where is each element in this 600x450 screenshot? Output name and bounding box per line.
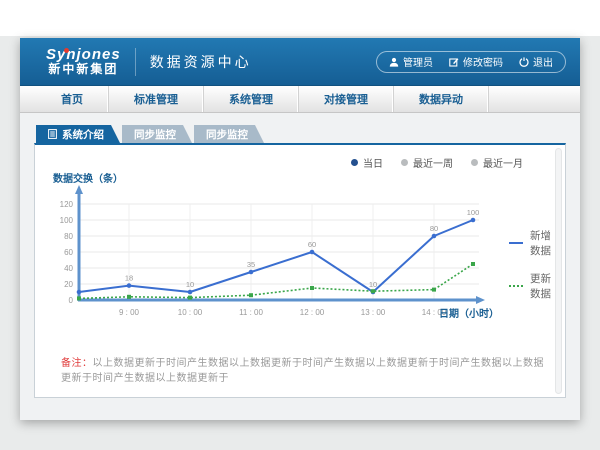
tab-sync-monitor-2[interactable]: 同步监控 <box>194 125 264 143</box>
header-bar: Synjones 新中新集团 数据资源中心 管理员 修改密码 <box>20 38 580 86</box>
nav-item-data-change[interactable]: 数据异动 <box>394 86 489 112</box>
svg-text:80: 80 <box>64 232 73 241</box>
company-logo[interactable]: Synjones 新中新集团 <box>46 47 121 76</box>
filter-last-week[interactable]: 最近一周 <box>401 155 453 170</box>
logout-button[interactable]: 退出 <box>519 54 553 69</box>
tab-sync-monitor-1-label: 同步监控 <box>134 127 176 142</box>
document-icon <box>48 129 57 139</box>
panel-scrollbar[interactable] <box>555 148 562 394</box>
logout-label: 退出 <box>533 54 553 69</box>
tab-sync-monitor-1[interactable]: 同步监控 <box>122 125 192 143</box>
svg-text:12 : 00: 12 : 00 <box>300 308 325 317</box>
svg-text:11 : 00: 11 : 00 <box>239 308 263 317</box>
chart-legend: 新增数据 更新数据 <box>509 228 553 330</box>
power-icon <box>519 57 529 67</box>
logo-text-en: Synjones <box>46 47 121 62</box>
chart-panel: 当日 最近一周 最近一月 0 20 40 60 80 100 120 9 : 00 10 : 0… <box>34 143 566 398</box>
svg-text:10 : 00: 10 : 00 <box>178 308 203 317</box>
svg-text:80: 80 <box>430 224 438 233</box>
filter-last-month[interactable]: 最近一月 <box>471 155 523 170</box>
legend-new-data-label: 新增数据 <box>530 228 553 258</box>
svg-text:数据交换（条）: 数据交换（条） <box>53 172 123 185</box>
svg-text:60: 60 <box>308 240 316 249</box>
svg-text:日期（小时）: 日期（小时） <box>439 307 499 320</box>
svg-text:9 : 00: 9 : 00 <box>119 308 140 317</box>
admin-user-label: 管理员 <box>403 54 433 69</box>
legend-update-data-label: 更新数据 <box>530 271 553 301</box>
radio-dot-icon <box>471 159 478 166</box>
time-range-filters: 当日 最近一周 最近一月 <box>49 155 549 170</box>
tab-system-intro[interactable]: 系统介绍 <box>36 125 120 143</box>
page-title: 数据资源中心 <box>150 52 252 72</box>
change-password-label: 修改密码 <box>463 54 503 69</box>
admin-user-button[interactable]: 管理员 <box>389 54 433 69</box>
tab-bar: 系统介绍 同步监控 同步监控 <box>36 125 566 143</box>
svg-text:13 : 00: 13 : 00 <box>361 308 386 317</box>
svg-text:10: 10 <box>186 280 194 289</box>
svg-text:0: 0 <box>69 296 74 305</box>
app-window: Synjones 新中新集团 数据资源中心 管理员 修改密码 <box>20 38 580 420</box>
filter-last-week-label: 最近一周 <box>413 155 453 170</box>
svg-text:40: 40 <box>64 264 73 273</box>
svg-text:20: 20 <box>64 280 73 289</box>
nav-item-system-mgmt[interactable]: 系统管理 <box>204 86 299 112</box>
nav-item-standard-mgmt[interactable]: 标准管理 <box>109 86 204 112</box>
footnote: 备注：以上数据更新于时间产生数据以上数据更新于时间产生数据以上数据更新于时间产生… <box>49 354 549 384</box>
legend-item-new-data[interactable]: 新增数据 <box>509 228 553 258</box>
nav-item-interface-mgmt[interactable]: 对接管理 <box>299 86 394 112</box>
exchange-chart: 0 20 40 60 80 100 120 9 : 00 10 : 00 11 : 00 12 : … <box>49 172 501 330</box>
logo-text-cn: 新中新集团 <box>46 62 121 76</box>
change-password-button[interactable]: 修改密码 <box>449 54 503 69</box>
header-button-group: 管理员 修改密码 退出 <box>376 51 566 73</box>
svg-text:60: 60 <box>64 248 73 257</box>
solid-line-icon <box>509 242 523 244</box>
header-divider <box>135 48 136 76</box>
svg-text:120: 120 <box>60 200 74 209</box>
logo-accent-dot-icon <box>64 48 69 53</box>
footnote-text: 以上数据更新于时间产生数据以上数据更新于时间产生数据以上数据更新于时间产生数据以… <box>61 358 544 384</box>
main-nav: 首页 标准管理 系统管理 对接管理 数据异动 <box>20 86 580 113</box>
footnote-prefix: 备注： <box>61 358 93 369</box>
radio-dot-icon <box>351 159 358 166</box>
filter-today[interactable]: 当日 <box>351 155 383 170</box>
radio-dot-icon <box>401 159 408 166</box>
edit-icon <box>449 57 459 67</box>
svg-text:18: 18 <box>125 274 133 283</box>
legend-item-update-data[interactable]: 更新数据 <box>509 271 553 301</box>
svg-text:10: 10 <box>369 280 377 289</box>
filter-last-month-label: 最近一月 <box>483 155 523 170</box>
svg-text:35: 35 <box>247 260 255 269</box>
filter-today-label: 当日 <box>363 155 383 170</box>
nav-item-home[interactable]: 首页 <box>36 86 109 112</box>
content-area: 系统介绍 同步监控 同步监控 当日 最近一周 <box>20 113 580 420</box>
svg-text:100: 100 <box>467 208 480 217</box>
user-icon <box>389 57 399 67</box>
svg-text:100: 100 <box>60 216 74 225</box>
dotted-line-icon <box>509 285 523 287</box>
tab-sync-monitor-2-label: 同步监控 <box>206 127 248 142</box>
tab-system-intro-label: 系统介绍 <box>62 127 104 142</box>
chart-row: 0 20 40 60 80 100 120 9 : 00 10 : 00 11 : 00 12 : … <box>49 172 549 330</box>
